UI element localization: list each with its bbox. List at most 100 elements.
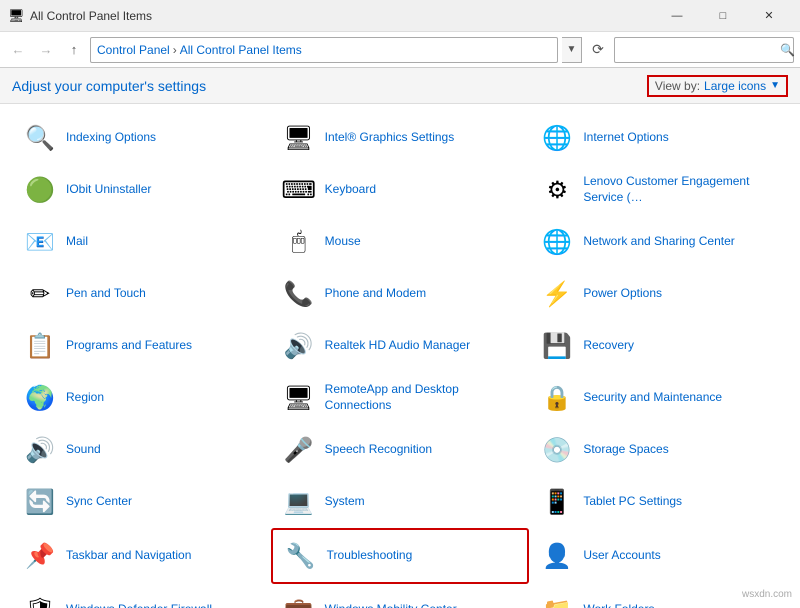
item-label[interactable]: Pen and Touch: [66, 286, 146, 302]
maximize-button[interactable]: □: [700, 0, 746, 32]
forward-button[interactable]: →: [34, 38, 58, 62]
grid-item[interactable]: 🔍 Indexing Options: [12, 112, 271, 164]
view-by-arrow-icon: ▼: [770, 80, 780, 91]
item-icon: 🌍: [22, 380, 58, 416]
grid-item[interactable]: ✏Pen and Touch: [12, 268, 271, 320]
item-label[interactable]: Mouse: [325, 234, 361, 250]
item-label[interactable]: Phone and Modem: [325, 286, 426, 302]
grid-item[interactable]: 🖥 Intel® Graphics Settings: [271, 112, 530, 164]
grid-item[interactable]: 🌐Internet Options: [529, 112, 788, 164]
item-label[interactable]: Recovery: [583, 338, 634, 354]
window-controls: — □ ✕: [654, 0, 792, 32]
address-bar: ← → ↑ Control Panel › All Control Panel …: [0, 32, 800, 68]
main-content: Adjust your computer's settings View by:…: [0, 68, 800, 608]
window-title: All Control Panel Items: [30, 9, 654, 23]
grid-item[interactable]: 👤 User Accounts: [529, 528, 788, 584]
item-label[interactable]: Programs and Features: [66, 338, 192, 354]
title-bar: 🖥 All Control Panel Items — □ ✕: [0, 0, 800, 32]
minimize-button[interactable]: —: [654, 0, 700, 32]
item-label[interactable]: Keyboard: [325, 182, 376, 198]
control-panel-link[interactable]: Control Panel: [97, 43, 170, 57]
item-label[interactable]: Work Folders: [583, 602, 654, 608]
item-icon: ⚙: [539, 172, 575, 208]
search-input[interactable]: [621, 43, 776, 57]
all-items-link[interactable]: All Control Panel Items: [180, 43, 302, 57]
grid-item[interactable]: 🔒Security and Maintenance: [529, 372, 788, 424]
item-label[interactable]: Network and Sharing Center: [583, 234, 734, 250]
item-icon: 🌐: [539, 224, 575, 260]
item-icon: 👤: [539, 538, 575, 574]
grid-item[interactable]: 📱Tablet PC Settings: [529, 476, 788, 528]
grid-item[interactable]: 🔊 Realtek HD Audio Manager: [271, 320, 530, 372]
item-label[interactable]: Indexing Options: [66, 130, 156, 146]
grid-item[interactable]: 🛡Windows Defender Firewall: [12, 584, 271, 608]
item-label[interactable]: Taskbar and Navigation: [66, 548, 191, 564]
item-label[interactable]: Windows Mobility Center: [325, 602, 457, 608]
grid-item[interactable]: ⚡Power Options: [529, 268, 788, 320]
item-icon: 📋: [22, 328, 58, 364]
grid-item[interactable]: 📌 Taskbar and Navigation: [12, 528, 271, 584]
item-label[interactable]: Sound: [66, 442, 101, 458]
grid-item[interactable]: ⚙ Lenovo Customer Engagement Service (…: [529, 164, 788, 216]
item-label[interactable]: Intel® Graphics Settings: [325, 130, 455, 146]
address-dropdown[interactable]: ▼: [562, 37, 582, 63]
grid-item[interactable]: 🌐 Network and Sharing Center: [529, 216, 788, 268]
item-label[interactable]: IObit Uninstaller: [66, 182, 151, 198]
grid-item[interactable]: 🔊Sound: [12, 424, 271, 476]
item-icon: 💻: [281, 484, 317, 520]
item-icon: 🔍: [22, 120, 58, 156]
address-path[interactable]: Control Panel › All Control Panel Items: [90, 37, 558, 63]
grid-item[interactable]: 🔄 Sync Center: [12, 476, 271, 528]
toolbar: Adjust your computer's settings View by:…: [0, 68, 800, 104]
back-button[interactable]: ←: [6, 38, 30, 62]
item-label[interactable]: RemoteApp and Desktop Connections: [325, 382, 520, 413]
item-label[interactable]: System: [325, 494, 365, 510]
search-box[interactable]: 🔍: [614, 37, 794, 63]
grid-item[interactable]: 📋 Programs and Features: [12, 320, 271, 372]
item-icon: 🔧: [283, 538, 319, 574]
grid-container: 🔍 Indexing Options 🖥 Intel® Graphics Settin…: [12, 112, 788, 608]
item-icon: 💼: [281, 592, 317, 608]
view-by-selector[interactable]: View by: Large icons ▼: [647, 75, 788, 97]
items-grid: 🔍 Indexing Options 🖥 Intel® Graphics Settin…: [0, 104, 800, 608]
item-label[interactable]: Sync Center: [66, 494, 132, 510]
item-icon: 💿: [539, 432, 575, 468]
grid-item[interactable]: 🎤Speech Recognition: [271, 424, 530, 476]
item-icon: 🔄: [22, 484, 58, 520]
item-icon: 📁: [539, 592, 575, 608]
up-button[interactable]: ↑: [62, 38, 86, 62]
grid-item[interactable]: 💻 System: [271, 476, 530, 528]
item-label[interactable]: Windows Defender Firewall: [66, 602, 212, 608]
item-label[interactable]: Storage Spaces: [583, 442, 668, 458]
item-icon: 💾: [539, 328, 575, 364]
item-icon: 🟢: [22, 172, 58, 208]
grid-item[interactable]: ⌨ Keyboard: [271, 164, 530, 216]
grid-item[interactable]: 🖱Mouse: [271, 216, 530, 268]
grid-item[interactable]: 🔧 Troubleshooting: [271, 528, 530, 584]
item-label[interactable]: Realtek HD Audio Manager: [325, 338, 470, 354]
grid-item[interactable]: 🟢 IObit Uninstaller: [12, 164, 271, 216]
item-icon: 🖥: [281, 120, 317, 156]
grid-item[interactable]: 📧Mail: [12, 216, 271, 268]
item-label[interactable]: Power Options: [583, 286, 662, 302]
item-icon: ⌨: [281, 172, 317, 208]
item-label[interactable]: Tablet PC Settings: [583, 494, 682, 510]
item-label[interactable]: Lenovo Customer Engagement Service (…: [583, 174, 778, 205]
item-label[interactable]: Security and Maintenance: [583, 390, 722, 406]
item-label[interactable]: Mail: [66, 234, 88, 250]
item-label[interactable]: Speech Recognition: [325, 442, 432, 458]
grid-item[interactable]: 🌍 Region: [12, 372, 271, 424]
item-label[interactable]: Internet Options: [583, 130, 668, 146]
grid-item[interactable]: 🖥RemoteApp and Desktop Connections: [271, 372, 530, 424]
grid-item[interactable]: 💼 Windows Mobility Center: [271, 584, 530, 608]
item-icon: 📌: [22, 538, 58, 574]
item-icon: 🔊: [281, 328, 317, 364]
item-label[interactable]: Troubleshooting: [327, 548, 413, 564]
grid-item[interactable]: 📞Phone and Modem: [271, 268, 530, 320]
grid-item[interactable]: 💿 Storage Spaces: [529, 424, 788, 476]
grid-item[interactable]: 💾 Recovery: [529, 320, 788, 372]
item-label[interactable]: User Accounts: [583, 548, 660, 564]
refresh-button[interactable]: ⟳: [586, 38, 610, 62]
close-button[interactable]: ✕: [746, 0, 792, 32]
item-label[interactable]: Region: [66, 390, 104, 406]
